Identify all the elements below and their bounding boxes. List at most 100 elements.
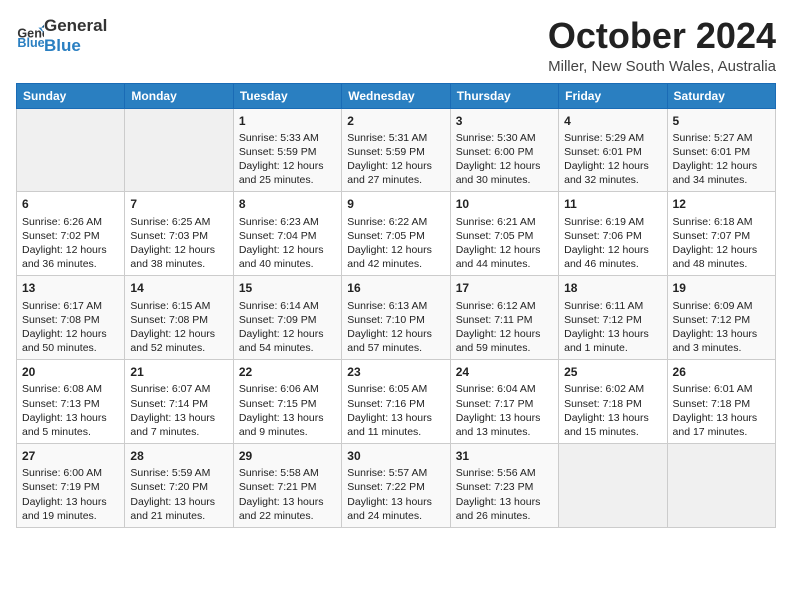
day-detail: and 24 minutes.: [347, 509, 444, 523]
day-detail: Daylight: 12 hours: [673, 159, 770, 173]
day-detail: Daylight: 12 hours: [130, 327, 227, 341]
day-detail: Daylight: 12 hours: [22, 327, 119, 341]
calendar-cell: 30Sunrise: 5:57 AMSunset: 7:22 PMDayligh…: [342, 444, 450, 528]
day-detail: Sunrise: 6:00 AM: [22, 466, 119, 480]
day-detail: and 40 minutes.: [239, 257, 336, 271]
day-detail: Sunset: 7:08 PM: [22, 313, 119, 327]
logo: General Blue General Blue: [16, 16, 107, 55]
day-detail: Daylight: 12 hours: [239, 243, 336, 257]
calendar-cell: 4Sunrise: 5:29 AMSunset: 6:01 PMDaylight…: [559, 108, 667, 192]
day-detail: Sunset: 7:12 PM: [564, 313, 661, 327]
day-detail: and 26 minutes.: [456, 509, 553, 523]
day-detail: Daylight: 13 hours: [347, 411, 444, 425]
day-detail: and 57 minutes.: [347, 341, 444, 355]
calendar-cell: 21Sunrise: 6:07 AMSunset: 7:14 PMDayligh…: [125, 360, 233, 444]
day-detail: Daylight: 13 hours: [673, 411, 770, 425]
day-number: 6: [22, 196, 119, 212]
day-number: 16: [347, 280, 444, 296]
weekday-header: Monday: [125, 83, 233, 108]
day-detail: Sunset: 7:19 PM: [22, 480, 119, 494]
day-detail: Sunset: 7:04 PM: [239, 229, 336, 243]
calendar-cell: 2Sunrise: 5:31 AMSunset: 5:59 PMDaylight…: [342, 108, 450, 192]
page-header: General Blue General Blue October 2024 M…: [16, 16, 776, 75]
day-number: 5: [673, 113, 770, 129]
day-detail: and 11 minutes.: [347, 425, 444, 439]
day-detail: and 3 minutes.: [673, 341, 770, 355]
day-detail: Sunset: 7:22 PM: [347, 480, 444, 494]
day-detail: Sunset: 5:59 PM: [239, 145, 336, 159]
day-detail: Daylight: 12 hours: [564, 159, 661, 173]
day-detail: Sunrise: 5:33 AM: [239, 131, 336, 145]
day-detail: and 9 minutes.: [239, 425, 336, 439]
day-number: 25: [564, 364, 661, 380]
day-detail: Sunrise: 6:19 AM: [564, 215, 661, 229]
calendar-table: SundayMondayTuesdayWednesdayThursdayFrid…: [16, 83, 776, 528]
day-detail: Sunrise: 6:17 AM: [22, 299, 119, 313]
day-number: 22: [239, 364, 336, 380]
day-detail: Daylight: 12 hours: [456, 243, 553, 257]
day-detail: and 15 minutes.: [564, 425, 661, 439]
day-detail: and 1 minute.: [564, 341, 661, 355]
day-number: 19: [673, 280, 770, 296]
day-number: 12: [673, 196, 770, 212]
day-number: 3: [456, 113, 553, 129]
calendar-title: October 2024: [548, 16, 776, 56]
calendar-cell: 8Sunrise: 6:23 AMSunset: 7:04 PMDaylight…: [233, 192, 341, 276]
day-number: 24: [456, 364, 553, 380]
day-detail: Sunrise: 6:01 AM: [673, 382, 770, 396]
day-detail: and 54 minutes.: [239, 341, 336, 355]
day-detail: Sunset: 7:09 PM: [239, 313, 336, 327]
day-detail: Sunset: 7:06 PM: [564, 229, 661, 243]
day-detail: Sunset: 7:05 PM: [347, 229, 444, 243]
day-detail: and 59 minutes.: [456, 341, 553, 355]
weekday-header: Sunday: [17, 83, 125, 108]
weekday-header: Thursday: [450, 83, 558, 108]
weekday-header: Friday: [559, 83, 667, 108]
day-detail: Sunset: 7:03 PM: [130, 229, 227, 243]
day-detail: and 25 minutes.: [239, 173, 336, 187]
day-detail: Daylight: 12 hours: [22, 243, 119, 257]
day-detail: Daylight: 13 hours: [22, 495, 119, 509]
day-detail: Sunrise: 6:02 AM: [564, 382, 661, 396]
day-detail: Sunrise: 6:09 AM: [673, 299, 770, 313]
calendar-cell: 18Sunrise: 6:11 AMSunset: 7:12 PMDayligh…: [559, 276, 667, 360]
day-detail: and 30 minutes.: [456, 173, 553, 187]
day-detail: Daylight: 12 hours: [130, 243, 227, 257]
day-detail: Daylight: 13 hours: [347, 495, 444, 509]
day-detail: Sunrise: 6:22 AM: [347, 215, 444, 229]
day-detail: and 46 minutes.: [564, 257, 661, 271]
calendar-subtitle: Miller, New South Wales, Australia: [548, 58, 776, 75]
calendar-cell: 7Sunrise: 6:25 AMSunset: 7:03 PMDaylight…: [125, 192, 233, 276]
day-detail: Daylight: 13 hours: [130, 411, 227, 425]
calendar-cell: 22Sunrise: 6:06 AMSunset: 7:15 PMDayligh…: [233, 360, 341, 444]
day-detail: Sunset: 7:16 PM: [347, 397, 444, 411]
day-detail: and 44 minutes.: [456, 257, 553, 271]
day-number: 28: [130, 448, 227, 464]
day-detail: Sunrise: 6:18 AM: [673, 215, 770, 229]
calendar-cell: [17, 108, 125, 192]
calendar-cell: 25Sunrise: 6:02 AMSunset: 7:18 PMDayligh…: [559, 360, 667, 444]
calendar-cell: 14Sunrise: 6:15 AMSunset: 7:08 PMDayligh…: [125, 276, 233, 360]
day-detail: Sunset: 7:07 PM: [673, 229, 770, 243]
day-detail: Sunrise: 6:21 AM: [456, 215, 553, 229]
day-detail: and 19 minutes.: [22, 509, 119, 523]
day-detail: Sunset: 7:08 PM: [130, 313, 227, 327]
calendar-cell: [667, 444, 775, 528]
day-number: 30: [347, 448, 444, 464]
calendar-cell: 5Sunrise: 5:27 AMSunset: 6:01 PMDaylight…: [667, 108, 775, 192]
calendar-cell: 1Sunrise: 5:33 AMSunset: 5:59 PMDaylight…: [233, 108, 341, 192]
day-detail: Sunset: 7:10 PM: [347, 313, 444, 327]
day-detail: and 5 minutes.: [22, 425, 119, 439]
title-block: October 2024 Miller, New South Wales, Au…: [548, 16, 776, 75]
calendar-cell: 12Sunrise: 6:18 AMSunset: 7:07 PMDayligh…: [667, 192, 775, 276]
day-detail: Sunrise: 6:05 AM: [347, 382, 444, 396]
day-detail: Sunset: 7:23 PM: [456, 480, 553, 494]
calendar-cell: 3Sunrise: 5:30 AMSunset: 6:00 PMDaylight…: [450, 108, 558, 192]
day-detail: Sunrise: 6:25 AM: [130, 215, 227, 229]
logo-icon: General Blue: [16, 22, 44, 50]
day-detail: Sunset: 5:59 PM: [347, 145, 444, 159]
day-detail: Daylight: 13 hours: [564, 327, 661, 341]
calendar-cell: 10Sunrise: 6:21 AMSunset: 7:05 PMDayligh…: [450, 192, 558, 276]
day-detail: and 17 minutes.: [673, 425, 770, 439]
day-detail: Sunrise: 5:31 AM: [347, 131, 444, 145]
